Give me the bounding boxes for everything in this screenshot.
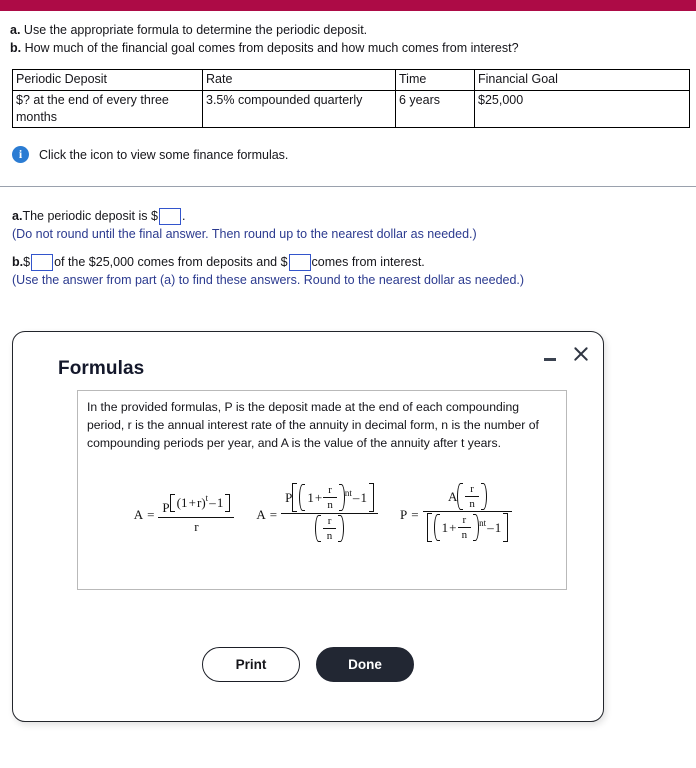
- prompt-line-b: b. How much of the financial goal comes …: [10, 39, 696, 57]
- formula-hint[interactable]: i Click the icon to view some finance fo…: [12, 146, 696, 163]
- answer-b-note: (Use the answer from part (a) to find th…: [12, 272, 525, 287]
- answer-input-b-interest[interactable]: [288, 253, 311, 271]
- formula-content-box: In the provided formulas, P is the depos…: [77, 390, 567, 590]
- answer-section: a. The periodic deposit is $ . (Do not r…: [12, 207, 696, 287]
- close-icon[interactable]: [572, 346, 589, 363]
- formula-list: A = P (1 + r) t – 1 r A = P 1 + r n nt – 1: [78, 483, 568, 546]
- section-divider: [0, 186, 696, 187]
- answer-row-b: b. $ of the $25,000 comes from deposits …: [12, 253, 696, 272]
- answer-a-label: a.: [12, 209, 23, 223]
- problem-data-table: Periodic Deposit Rate Time Financial Goa…: [12, 69, 690, 128]
- answer-a-suffix: .: [181, 209, 186, 223]
- table-cell-time: 6 years: [395, 89, 475, 128]
- minimize-icon[interactable]: [543, 348, 556, 361]
- answer-row-a: a. The periodic deposit is $ .: [12, 207, 696, 226]
- formula-periodic-deposit: P = Arn 1 + r n nt – 1: [400, 483, 513, 546]
- prompt-a-text: Use the appropriate formula to determine…: [20, 23, 368, 37]
- prompt-b-label: b.: [10, 41, 22, 56]
- answer-a-note: (Do not round until the final answer. Th…: [12, 226, 477, 241]
- info-icon[interactable]: i: [12, 146, 29, 163]
- table-header-rate: Rate: [202, 69, 396, 91]
- table-header-periodic-deposit: Periodic Deposit: [12, 69, 203, 91]
- answer-b-suffix: comes from interest.: [311, 254, 425, 269]
- question-prompt: a. Use the appropriate formula to determ…: [0, 11, 696, 57]
- answer-a-prefix: The periodic deposit is $: [22, 209, 158, 223]
- dialog-actions: Print Done: [13, 647, 603, 682]
- prompt-b-text: How much of the financial goal comes fro…: [21, 41, 519, 56]
- dialog-window-controls: [543, 346, 589, 363]
- table-row: $? at the end of every three months 3.5%…: [12, 89, 690, 128]
- table-cell-rate: 3.5% compounded quarterly: [202, 89, 396, 128]
- formula-description: In the provided formulas, P is the depos…: [87, 400, 539, 450]
- table-cell-periodic-deposit: $? at the end of every three months: [12, 89, 203, 128]
- answer-b-prefix: $: [23, 254, 31, 269]
- formulas-dialog: In the provided formulas, P is the depos…: [12, 331, 604, 722]
- answer-input-a[interactable]: [158, 207, 181, 225]
- answer-b-label: b.: [12, 254, 24, 269]
- formula-hint-label: Click the icon to view some finance form…: [39, 147, 289, 162]
- page-content: a. Use the appropriate formula to determ…: [0, 11, 696, 287]
- table-header-time: Time: [395, 69, 475, 91]
- prompt-a-label: a.: [10, 23, 21, 37]
- table-cell-financial-goal: $25,000: [474, 89, 690, 128]
- answer-b-middle: of the $25,000 comes from deposits and $: [54, 254, 288, 269]
- table-header-row: Periodic Deposit Rate Time Financial Goa…: [12, 69, 690, 91]
- table-header-financial-goal: Financial Goal: [474, 69, 690, 91]
- answer-input-b-deposits[interactable]: [31, 253, 54, 271]
- formula-compound-annuity: A = P 1 + r n nt – 1 rn: [256, 483, 379, 546]
- dialog-title: Formulas: [58, 358, 145, 379]
- print-button[interactable]: Print: [202, 647, 300, 682]
- prompt-line-a: a. Use the appropriate formula to determ…: [10, 21, 696, 39]
- done-button[interactable]: Done: [316, 647, 414, 682]
- top-banner: [0, 0, 696, 11]
- formula-annual-annuity: A = P (1 + r) t – 1 r: [134, 493, 235, 535]
